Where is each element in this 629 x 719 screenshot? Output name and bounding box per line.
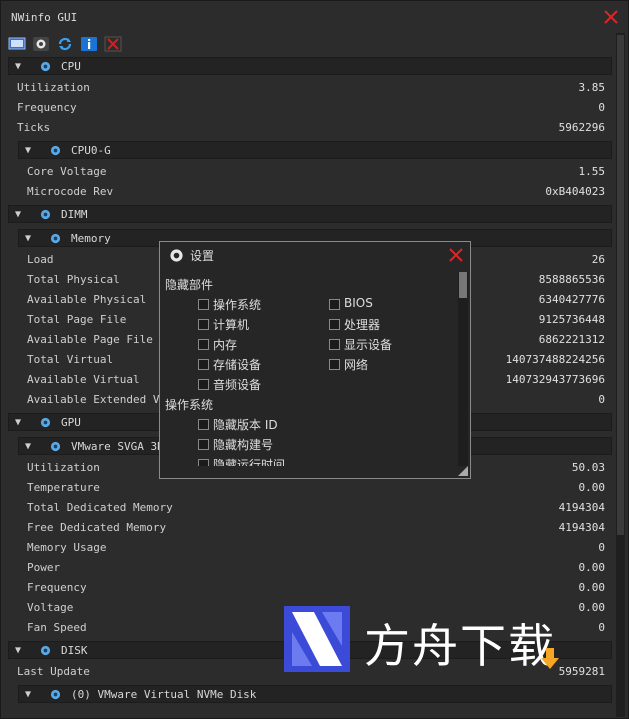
- checkbox-box[interactable]: [198, 359, 209, 370]
- gear-icon: [40, 209, 51, 220]
- expand-arrow-icon[interactable]: ▼: [25, 689, 31, 700]
- table-row: Microcode Rev 0xB404023: [27, 185, 605, 198]
- expand-arrow-icon[interactable]: ▼: [25, 145, 31, 156]
- watermark-text: 方舟下载: [364, 619, 556, 673]
- refresh-icon[interactable]: [56, 36, 74, 52]
- section-label: CPU0-G: [71, 144, 111, 157]
- watermark-logo-icon: [284, 606, 350, 672]
- gear-icon: [40, 61, 51, 72]
- section-heading: 隐藏部件: [165, 278, 214, 292]
- table-row: Free Dedicated Memory 4194304: [27, 521, 605, 534]
- section-label: (0) VMware Virtual NVMe Disk: [71, 688, 257, 701]
- section-header-cpu[interactable]: ▼ CPU: [8, 57, 612, 75]
- section-label: CPU: [61, 60, 81, 73]
- gear-icon: [50, 145, 61, 156]
- title-bar: NWinfo GUI: [1, 1, 628, 33]
- expand-arrow-icon[interactable]: ▼: [25, 441, 31, 452]
- gear-icon: [50, 233, 61, 244]
- checkbox-box[interactable]: [329, 339, 340, 350]
- table-row: Temperature 0.00: [27, 481, 605, 494]
- section-heading: 操作系统: [165, 398, 214, 412]
- expand-arrow-icon[interactable]: ▼: [25, 233, 31, 244]
- gear-icon: [40, 645, 51, 656]
- main-scrollbar[interactable]: [616, 33, 625, 717]
- checkbox-box[interactable]: [198, 439, 209, 450]
- section-header-nvme[interactable]: ▼ (0) VMware Virtual NVMe Disk: [18, 685, 612, 703]
- checkbox-box[interactable]: [198, 299, 209, 310]
- dialog-body: 隐藏部件 操作系统 BIOS 计算机 处理器 内存 显示设备 存储设备 网络 音…: [160, 272, 456, 466]
- section-label: VMware SVGA 3D: [71, 440, 164, 453]
- section-label: DIMM: [61, 208, 88, 221]
- table-row: Memory Usage 0: [27, 541, 605, 554]
- info-icon[interactable]: [80, 36, 98, 52]
- expand-arrow-icon[interactable]: ▼: [15, 61, 21, 72]
- checkbox-box[interactable]: [329, 359, 340, 370]
- table-row: Core Voltage 1.55: [27, 165, 605, 178]
- checkbox-box[interactable]: [198, 339, 209, 350]
- expand-arrow-icon[interactable]: ▼: [15, 645, 21, 656]
- checkbox-box[interactable]: [198, 419, 209, 430]
- gear-icon: [170, 249, 183, 262]
- expand-arrow-icon[interactable]: ▼: [15, 417, 21, 428]
- settings-dialog: 设置 隐藏部件 操作系统 BIOS 计算机 处理器 内存 显示设备 存储设备 网…: [159, 241, 471, 479]
- table-row: Frequency 0: [17, 101, 605, 114]
- checkbox-box[interactable]: [198, 379, 209, 390]
- resize-grip-icon[interactable]: [458, 466, 468, 476]
- table-row: Frequency 0.00: [27, 581, 605, 594]
- main-window: NWinfo GUI ▼ CPU Utilization 3.85 Freque…: [0, 0, 629, 719]
- gear-icon: [40, 417, 51, 428]
- section-label: Memory: [71, 232, 111, 245]
- table-row: Utilization 3.85: [17, 81, 605, 94]
- checkbox-box[interactable]: [198, 319, 209, 330]
- settings-icon[interactable]: [32, 36, 50, 52]
- scrollbar-thumb[interactable]: [459, 272, 467, 298]
- section-header-dimm[interactable]: ▼ DIMM: [8, 205, 612, 223]
- checkbox-box[interactable]: [329, 319, 340, 330]
- gear-icon: [50, 441, 61, 452]
- scrollbar-thumb[interactable]: [617, 35, 624, 535]
- dialog-title: 设置: [190, 249, 215, 263]
- dialog-close-icon[interactable]: [448, 247, 464, 263]
- download-arrow-icon: [541, 648, 559, 669]
- table-row: Total Dedicated Memory 4194304: [27, 501, 605, 514]
- section-header-cpu0[interactable]: ▼ CPU0-G: [18, 141, 612, 159]
- watermark: 方舟下载: [284, 606, 584, 676]
- checkbox-box[interactable]: [329, 299, 340, 310]
- section-label: GPU: [61, 416, 81, 429]
- expand-arrow-icon[interactable]: ▼: [15, 209, 21, 220]
- checkbox-box[interactable]: [198, 459, 209, 466]
- monitor-icon[interactable]: [8, 36, 26, 52]
- gear-icon: [50, 689, 61, 700]
- dialog-scrollbar[interactable]: [458, 272, 468, 466]
- table-row: Ticks 5962296: [17, 121, 605, 134]
- table-row: Power 0.00: [27, 561, 605, 574]
- section-label: DISK: [61, 644, 88, 657]
- window-title: NWinfo GUI: [11, 11, 78, 24]
- window-close-icon[interactable]: [602, 8, 620, 26]
- close-icon[interactable]: [104, 36, 122, 52]
